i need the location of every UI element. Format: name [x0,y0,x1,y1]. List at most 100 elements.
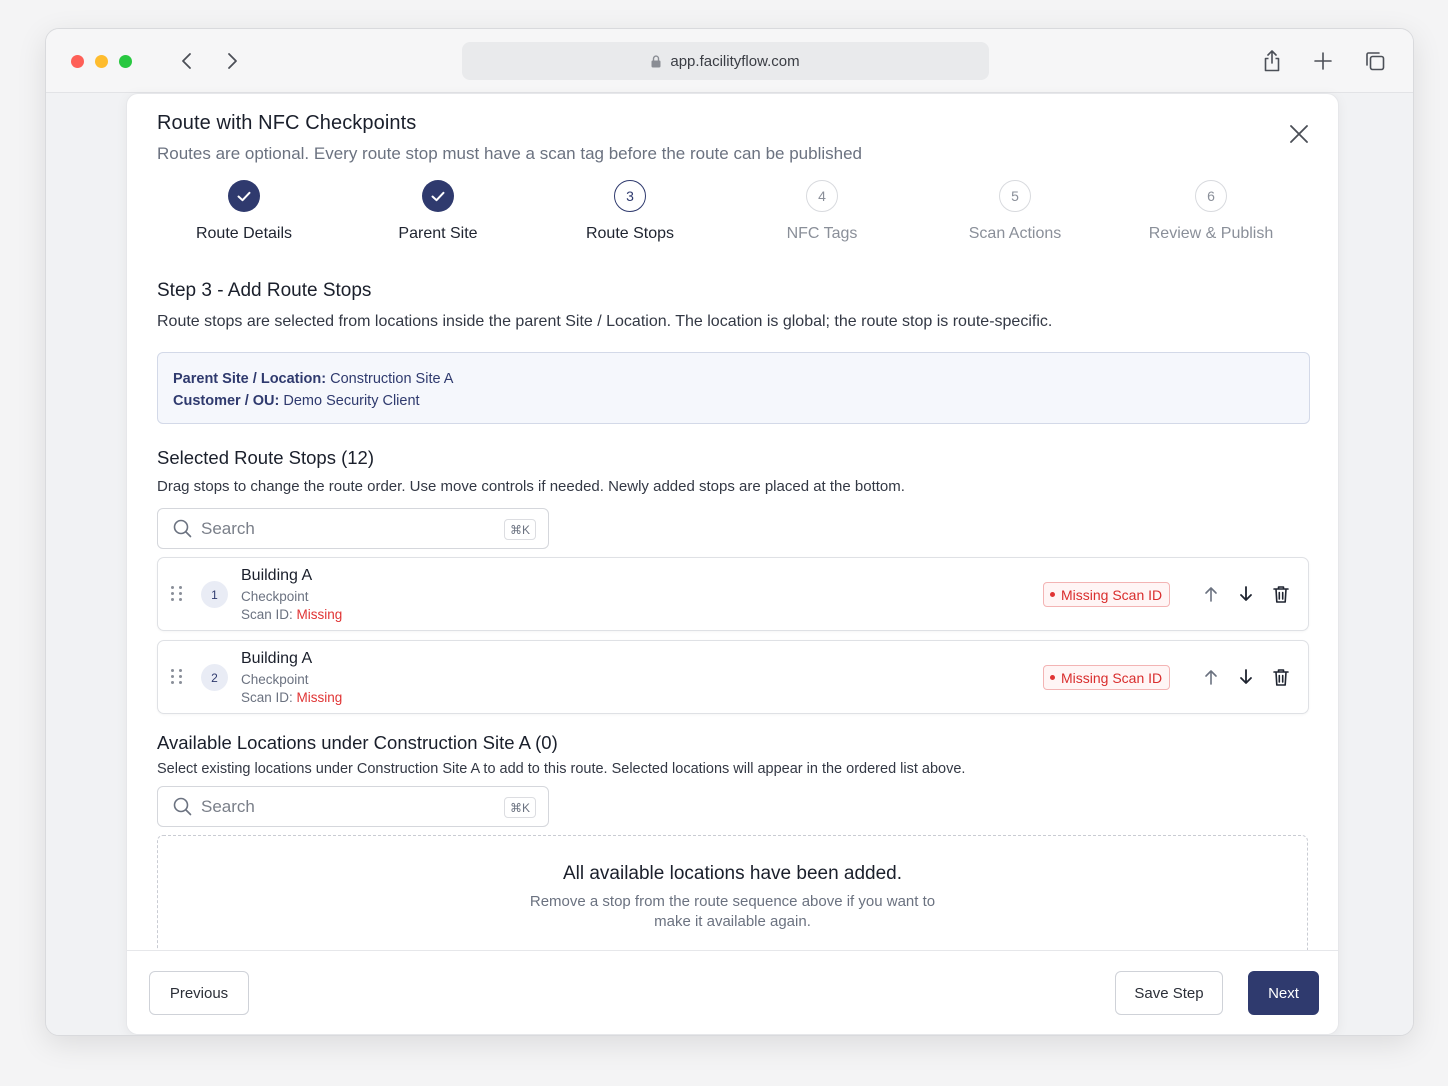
empty-state-description: Remove a stop from the route sequence ab… [529,893,936,930]
save-step-button[interactable]: Save Step [1115,971,1223,1015]
step-number: 4 [806,180,838,212]
stop-name: Building A [241,567,313,584]
share-button[interactable] [1258,47,1286,75]
back-button[interactable] [173,47,201,75]
maximize-window-button[interactable] [119,55,132,68]
scan-id-label: Scan ID: [241,690,297,705]
search-shortcut: ⌘K [503,519,536,540]
status-dot-icon [1050,675,1055,680]
missing-scan-badge: Missing Scan ID [1043,665,1171,690]
available-locations-title: Available Locations under Construction S… [157,732,558,753]
chevron-right-icon [228,53,237,69]
wizard-stepper: Route Details Parent Site 3 Route Stops … [127,180,1338,260]
modal-footer: Previous Save Step Next [127,950,1338,1034]
route-wizard-modal: Route with NFC Checkpoints Routes are op… [126,93,1339,1035]
route-stop-row[interactable]: 1 Building A Checkpoint Scan ID: Missing… [157,557,1309,631]
missing-scan-badge: Missing Scan ID [1043,582,1171,607]
status-dot-icon [1050,592,1055,597]
step-label: Parent Site [398,225,478,242]
scan-id-label: Scan ID: [241,607,297,622]
close-icon [1290,125,1308,143]
step-route-details[interactable]: Route Details [144,180,344,243]
route-stop-row[interactable]: 2 Building A Checkpoint Scan ID: Missing… [157,640,1309,714]
available-locations-description: Select existing locations under Construc… [157,761,966,777]
stop-scan-id: Scan ID: Missing [241,607,342,622]
scan-id-value: Missing [296,690,343,705]
stop-order-badge: 2 [201,664,228,691]
stop-name: Building A [241,650,313,667]
forward-button[interactable] [218,47,246,75]
check-icon [422,180,454,212]
stop-scan-id: Scan ID: Missing [241,690,342,705]
delete-stop-button[interactable] [1270,583,1292,605]
delete-stop-button[interactable] [1270,666,1292,688]
arrow-down-icon [1240,669,1252,684]
close-modal-button[interactable] [1285,120,1313,148]
modal-title: Route with NFC Checkpoints [157,112,417,134]
tab-overview-button[interactable] [1361,47,1389,75]
step-label: Scan Actions [968,225,1062,242]
step-description: Route stops are selected from locations … [157,313,1053,330]
move-down-button[interactable] [1235,666,1257,688]
selected-stops-description: Drag stops to change the route order. Us… [157,478,905,495]
new-tab-button[interactable] [1309,47,1337,75]
previous-button[interactable]: Previous [149,971,249,1015]
browser-window: app.facilityflow.com Route with NFC Chec… [45,28,1414,1036]
customer-label: Customer / OU: [173,393,280,409]
customer-row: Customer / OU: Demo Security Client [173,390,1294,412]
plus-icon [1314,52,1332,70]
step-number: 6 [1195,180,1227,212]
badge-label: Missing Scan ID [1061,586,1163,603]
move-down-button[interactable] [1235,583,1257,605]
arrow-up-icon [1205,670,1217,685]
arrow-down-icon [1240,586,1252,601]
stop-order-badge: 1 [201,581,228,608]
trash-icon [1273,586,1289,603]
move-up-button[interactable] [1200,666,1222,688]
browser-toolbar: app.facilityflow.com [46,29,1413,93]
step-label: Route Stops [585,225,675,242]
search-shortcut: ⌘K [503,797,536,818]
step-label: NFC Tags [786,225,858,242]
arrow-up-icon [1205,587,1217,602]
search-icon [173,519,192,538]
step-parent-site[interactable]: Parent Site [338,180,538,243]
parent-site-value: Construction Site A [326,371,454,387]
drag-handle-icon[interactable] [171,586,183,601]
step-route-stops[interactable]: 3 Route Stops [530,180,730,243]
check-icon [228,180,260,212]
step-label: Review & Publish [1148,225,1274,242]
customer-value: Demo Security Client [279,393,420,409]
empty-state-title: All available locations have been added. [562,863,903,884]
step-nfc-tags[interactable]: 4 NFC Tags [722,180,922,243]
selected-search-box: ⌘K [157,508,549,549]
parent-site-row: Parent Site / Location: Construction Sit… [173,368,1294,390]
next-button[interactable]: Next [1248,971,1319,1015]
selected-search-input[interactable] [201,518,491,539]
parent-info-box: Parent Site / Location: Construction Sit… [157,352,1310,424]
minimize-window-button[interactable] [95,55,108,68]
step-scan-actions[interactable]: 5 Scan Actions [915,180,1115,243]
scan-id-value: Missing [296,607,343,622]
address-bar[interactable]: app.facilityflow.com [462,42,989,80]
step-review-publish[interactable]: 6 Review & Publish [1111,180,1311,243]
selected-stops-title: Selected Route Stops (12) [157,447,374,468]
drag-handle-icon[interactable] [171,669,183,684]
tabs-icon [1366,52,1385,71]
step-number: 3 [614,180,646,212]
chevron-left-icon [182,53,191,69]
step-title: Step 3 - Add Route Stops [157,280,372,301]
parent-site-label: Parent Site / Location: [173,371,327,387]
step-label: Route Details [195,225,293,242]
step-number: 5 [999,180,1031,212]
page-content: Route with NFC Checkpoints Routes are op… [46,93,1413,1035]
lock-icon [651,54,661,68]
url-text: app.facilityflow.com [670,52,800,70]
stop-type: Checkpoint [241,672,309,687]
share-icon [1264,50,1280,72]
trash-icon [1273,669,1289,686]
available-search-input[interactable] [201,796,491,817]
close-window-button[interactable] [71,55,84,68]
move-up-button[interactable] [1200,583,1222,605]
stop-type: Checkpoint [241,589,309,604]
